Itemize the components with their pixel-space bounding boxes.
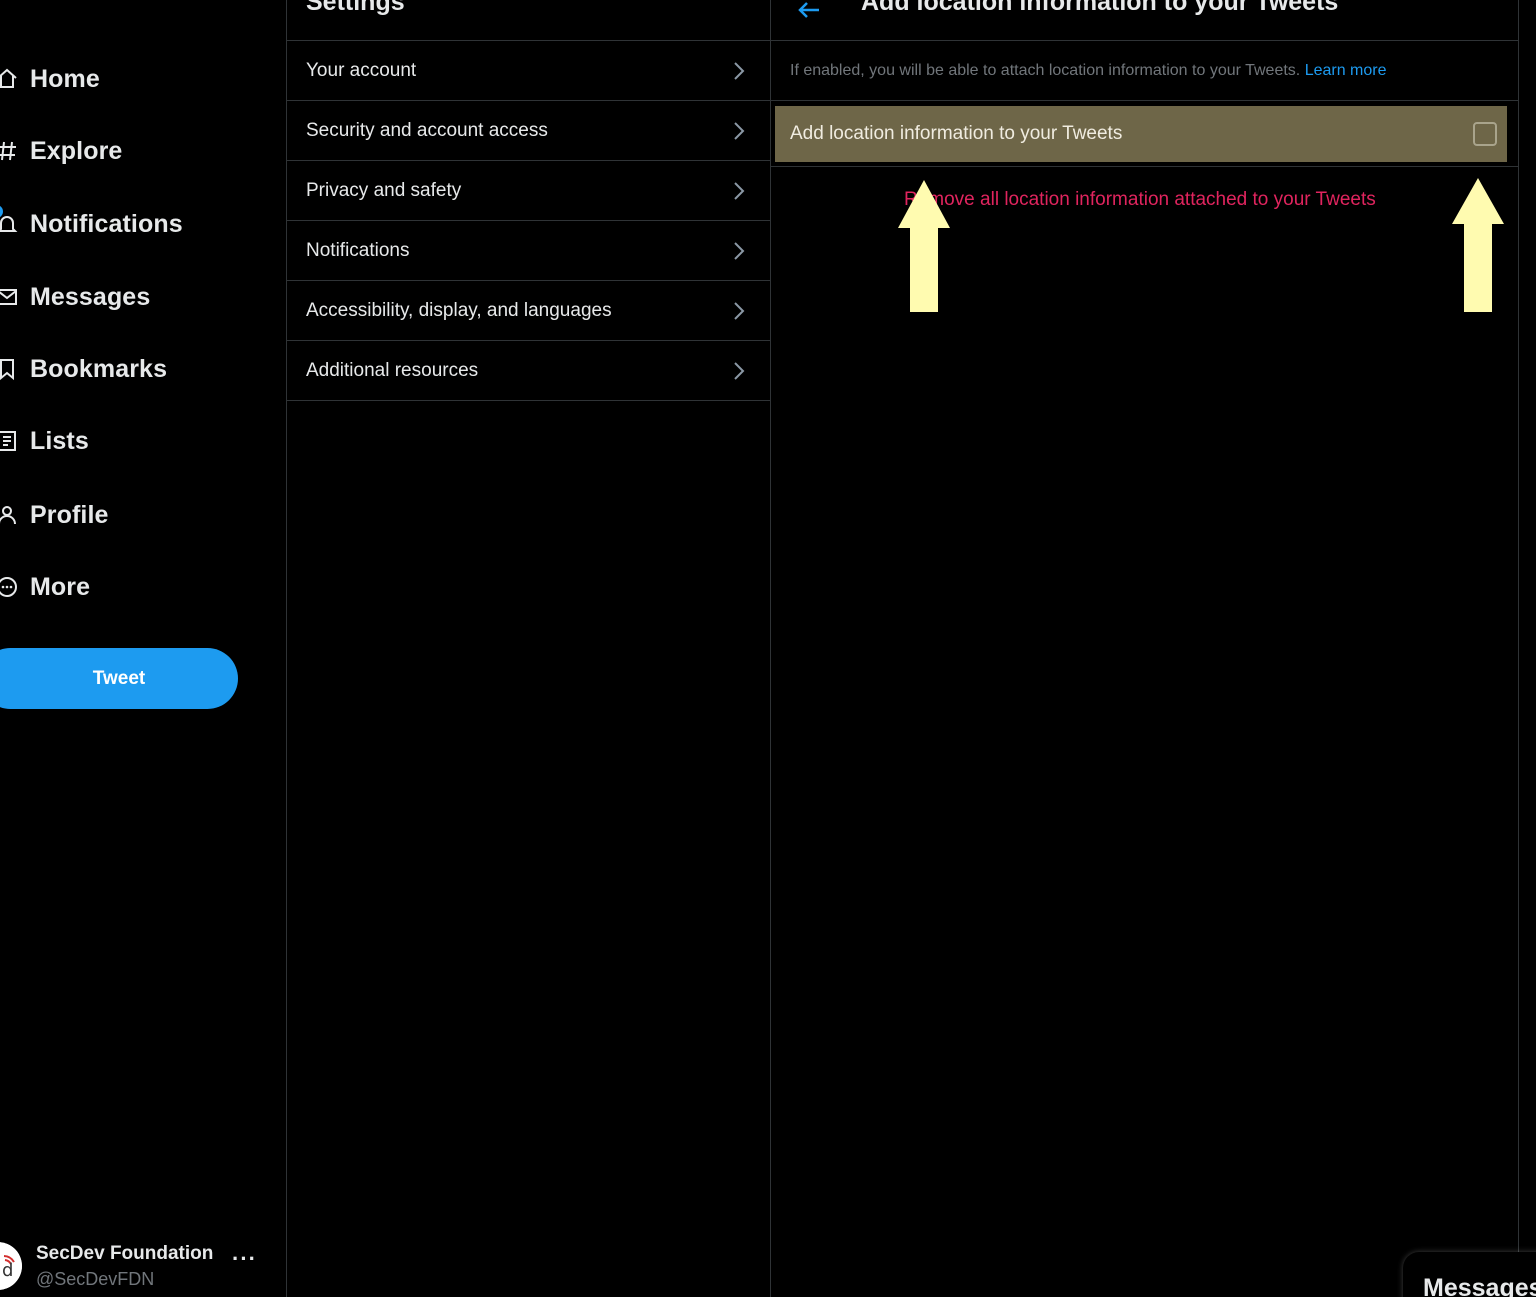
settings-item-label: Privacy and safety xyxy=(306,179,462,201)
annotation-arrow-icon xyxy=(1452,178,1504,312)
primary-nav: Home Explore Notifications Messages Book… xyxy=(0,0,286,1297)
settings-item-privacy[interactable]: Privacy and safety xyxy=(287,161,770,221)
detail-header: Add location information to your Tweets xyxy=(771,0,1518,41)
more-circle-icon xyxy=(0,572,22,602)
settings-item-your-account[interactable]: Your account xyxy=(287,41,770,101)
tweet-button[interactable]: Tweet xyxy=(0,648,238,709)
chevron-right-icon xyxy=(734,181,745,200)
location-description: If enabled, you will be able to attach l… xyxy=(790,62,1387,80)
settings-column: Settings Your account Security and accou… xyxy=(286,0,771,1297)
nav-item-messages[interactable]: Messages xyxy=(0,267,150,327)
settings-item-additional-resources[interactable]: Additional resources xyxy=(287,341,770,401)
chevron-right-icon xyxy=(734,121,745,140)
settings-item-accessibility[interactable]: Accessibility, display, and languages xyxy=(287,281,770,341)
list-icon xyxy=(0,426,22,456)
description-text: If enabled, you will be able to attach l… xyxy=(790,62,1301,79)
chevron-right-icon xyxy=(734,61,745,80)
settings-item-security[interactable]: Security and account access xyxy=(287,101,770,161)
detail-column: Add location information to your Tweets … xyxy=(771,0,1519,1297)
twitter-settings-app: Home Explore Notifications Messages Book… xyxy=(0,0,1536,1297)
nav-label-lists: Lists xyxy=(30,426,89,455)
svg-text:d: d xyxy=(2,1260,13,1281)
settings-item-label: Security and account access xyxy=(306,119,548,141)
nav-item-explore[interactable]: Explore xyxy=(0,121,122,181)
bookmark-icon xyxy=(0,354,22,384)
settings-item-label: Notifications xyxy=(306,239,410,261)
settings-title: Settings xyxy=(306,0,405,16)
nav-label-messages: Messages xyxy=(30,282,151,311)
account-names: SecDev Foundation @SecDevFDN xyxy=(36,1242,213,1292)
settings-menu: Your account Security and account access… xyxy=(287,41,770,401)
nav-item-bookmarks[interactable]: Bookmarks xyxy=(0,339,167,399)
envelope-icon xyxy=(0,282,22,312)
divider xyxy=(771,166,1518,167)
annotation-arrow-icon xyxy=(898,180,950,312)
location-checkbox[interactable] xyxy=(1473,122,1497,146)
settings-item-label: Accessibility, display, and languages xyxy=(306,299,612,321)
page-title: Add location information to your Tweets xyxy=(861,0,1339,16)
messages-drawer[interactable]: Messages xyxy=(1403,1252,1536,1297)
chevron-right-icon xyxy=(734,241,745,260)
account-switcher[interactable]: d SecDev Foundation @SecDevFDN ··· xyxy=(0,1236,270,1296)
nav-label-notifications: Notifications xyxy=(30,209,183,238)
account-more-icon[interactable]: ··· xyxy=(232,1246,257,1272)
nav-item-notifications[interactable]: Notifications xyxy=(0,194,183,254)
nav-item-lists[interactable]: Lists xyxy=(0,411,89,471)
bell-icon xyxy=(0,209,22,239)
nav-item-profile[interactable]: Profile xyxy=(0,485,109,545)
account-name: SecDev Foundation xyxy=(36,1243,214,1264)
nav-label-explore: Explore xyxy=(30,136,123,165)
settings-item-label: Additional resources xyxy=(306,359,479,381)
location-toggle-label: Add location information to your Tweets xyxy=(790,123,1123,144)
location-toggle-row[interactable]: Add location information to your Tweets xyxy=(775,106,1507,162)
home-icon xyxy=(0,64,22,94)
settings-item-notifications[interactable]: Notifications xyxy=(287,221,770,281)
remove-location-button[interactable]: Remove all location information attached… xyxy=(904,189,1376,211)
back-arrow-icon[interactable] xyxy=(795,0,823,24)
divider xyxy=(771,100,1518,101)
hashtag-icon xyxy=(0,136,22,166)
nav-item-home[interactable]: Home xyxy=(0,49,100,109)
nav-label-bookmarks: Bookmarks xyxy=(30,354,168,383)
nav-label-home: Home xyxy=(30,64,100,93)
avatar: d xyxy=(0,1242,22,1290)
user-icon xyxy=(0,500,22,530)
chevron-right-icon xyxy=(734,301,745,320)
settings-header: Settings xyxy=(287,0,770,41)
learn-more-link[interactable]: Learn more xyxy=(1305,62,1387,79)
nav-label-profile: Profile xyxy=(30,500,109,529)
account-handle: @SecDevFDN xyxy=(36,1269,155,1289)
nav-label-more: More xyxy=(30,572,91,601)
settings-item-label: Your account xyxy=(306,59,417,81)
chevron-right-icon xyxy=(734,361,745,380)
nav-item-more[interactable]: More xyxy=(0,557,90,617)
